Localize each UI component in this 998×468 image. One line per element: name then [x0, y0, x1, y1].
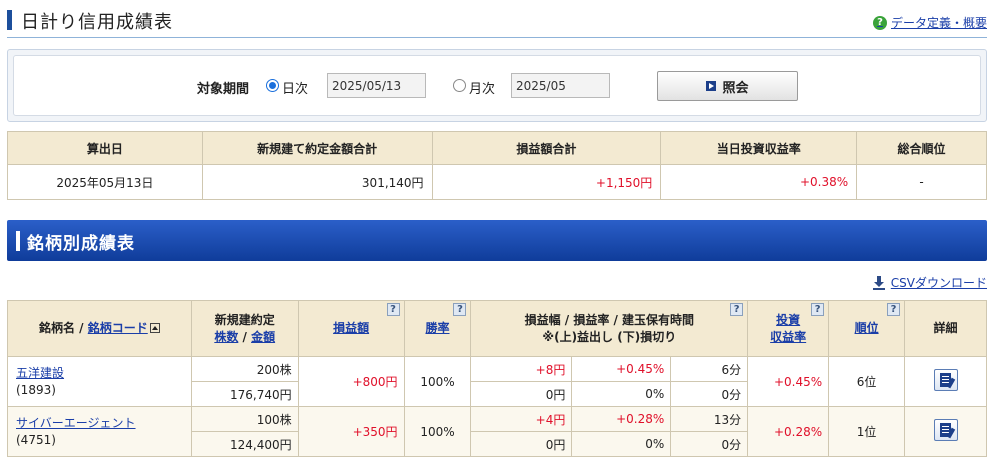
sort-by-pl-link[interactable]: 損益額	[333, 321, 369, 335]
loss-width-cell: 0円	[470, 431, 573, 457]
header-win-rate: 勝率 ?	[403, 300, 472, 357]
gain-width-cell: +4円	[470, 406, 573, 432]
loss-time-cell: 0分	[670, 381, 749, 407]
table-row: 五洋建設 (1893) 200株 +800円 100% +8円 +0.45% 6…	[7, 356, 987, 407]
summary-header-contract-total: 新規建て約定金額合計	[201, 131, 433, 165]
monthly-label: 月次	[469, 82, 496, 97]
pl-cell: +350円	[297, 406, 405, 457]
stock-name-link[interactable]: 五洋建設	[16, 365, 185, 382]
daily-date-input[interactable]	[327, 73, 426, 98]
sort-by-return-link-line1[interactable]: 投資	[776, 313, 800, 327]
stock-name-cell: サイバーエージェント (4751)	[7, 406, 192, 457]
shares-cell: 200株	[190, 356, 299, 382]
amount-cell: 176,740円	[190, 381, 299, 407]
daily-radio[interactable]	[266, 79, 279, 92]
stock-name-link[interactable]: サイバーエージェント	[16, 415, 185, 432]
summary-header-calc-date: 算出日	[7, 131, 203, 165]
csv-download-link[interactable]: CSVダウンロード	[872, 274, 987, 291]
stock-code: (1893)	[16, 382, 56, 397]
summary-header-return-rate: 当日投資収益率	[660, 131, 858, 165]
monthly-radio[interactable]	[453, 79, 466, 92]
header-stock-name: 銘柄名 / 銘柄コード	[7, 300, 192, 357]
win-rate-help-icon[interactable]: ?	[453, 303, 467, 316]
page-title-bar: 日計り信用成績表 ? データ定義・概要	[7, 6, 987, 38]
win-rate-cell: 100%	[403, 356, 472, 407]
stock-name-cell: 五洋建設 (1893)	[7, 356, 192, 407]
period-label: 対象期間	[197, 82, 250, 97]
return-rate-cell: +0.45%	[747, 356, 830, 407]
summary-return-rate: +0.38%	[660, 164, 858, 200]
detail-button[interactable]	[933, 419, 958, 441]
detail-cell	[904, 356, 987, 407]
sort-by-code-link[interactable]: 銘柄コード	[88, 321, 148, 335]
sort-by-win-rate-link[interactable]: 勝率	[426, 321, 450, 335]
sort-by-rank-link[interactable]: 順位	[855, 321, 879, 335]
pl-cell: +800円	[297, 356, 405, 407]
pl-help-icon[interactable]: ?	[386, 303, 400, 316]
question-icon: ?	[872, 15, 887, 30]
csv-download-label: CSVダウンロード	[890, 276, 987, 290]
section-accent	[16, 231, 20, 251]
data-definition-link[interactable]: ? データ定義・概要	[872, 14, 987, 31]
daily-label: 日次	[282, 82, 309, 97]
play-icon	[706, 81, 717, 91]
loss-rate-cell: 0%	[571, 431, 672, 457]
header-contract: 新規建約定 株数 / 金額	[190, 300, 299, 357]
header-profit-range: 損益幅 / 損益率 / 建玉保有時間 ※(上)益出し (下)損切り ?	[470, 300, 749, 357]
rank-cell: 6位	[828, 356, 906, 407]
sort-ascending-icon[interactable]	[149, 323, 160, 333]
gain-width-cell: +8円	[470, 356, 573, 382]
monthly-date-input[interactable]	[511, 73, 610, 98]
return-help-icon[interactable]: ?	[811, 303, 825, 316]
loss-width-cell: 0円	[470, 381, 573, 407]
period-panel: 対象期間 日次 月次 照会	[7, 49, 987, 122]
amount-cell: 124,400円	[190, 431, 299, 457]
header-return-rate: 投資 収益率 ?	[747, 300, 830, 357]
header-rank: 順位 ?	[828, 300, 906, 357]
shares-cell: 100株	[190, 406, 299, 432]
loss-rate-cell: 0%	[571, 381, 672, 407]
summary-calc-date: 2025年05月13日	[7, 164, 203, 200]
summary-header-rank: 総合順位	[856, 131, 987, 165]
gain-rate-cell: +0.45%	[571, 356, 672, 382]
detail-cell	[904, 406, 987, 457]
summary-header-pl-total: 損益額合計	[431, 131, 662, 165]
table-row: サイバーエージェント (4751) 100株 +350円 100% +4円 +0…	[7, 406, 987, 457]
stock-code: (4751)	[16, 432, 56, 447]
data-definition-label: データ定義・概要	[890, 16, 987, 30]
download-icon	[872, 275, 885, 290]
header-detail: 詳細	[904, 300, 987, 357]
inquiry-button[interactable]: 照会	[657, 71, 798, 101]
period-inner: 対象期間 日次 月次 照会	[13, 55, 981, 116]
inquiry-label: 照会	[722, 80, 749, 96]
rank-cell: 1位	[828, 406, 906, 457]
detail-button[interactable]	[933, 369, 958, 391]
summary-rank: -	[856, 164, 987, 200]
summary-table: 算出日 新規建て約定金額合計 損益額合計 当日投資収益率 総合順位 2025年0…	[7, 131, 987, 200]
title-accent	[7, 10, 12, 30]
summary-contract-total: 301,140円	[201, 164, 433, 200]
header-pl: 損益額 ?	[297, 300, 405, 357]
section-title: 銘柄別成績表	[27, 234, 135, 254]
stock-results-table: 銘柄名 / 銘柄コード 新規建約定 株数 / 金額 損益額 ? 勝率 ? 損益幅…	[7, 300, 987, 457]
sort-by-return-link-line2[interactable]: 収益率	[770, 330, 806, 344]
gain-time-cell: 6分	[670, 356, 749, 382]
win-rate-cell: 100%	[403, 406, 472, 457]
gain-rate-cell: +0.28%	[571, 406, 672, 432]
return-rate-cell: +0.28%	[747, 406, 830, 457]
rank-help-icon[interactable]: ?	[887, 303, 901, 316]
gain-time-cell: 13分	[670, 406, 749, 432]
sort-by-shares-link[interactable]: 株数	[214, 330, 238, 344]
summary-pl-total: +1,150円	[431, 164, 662, 200]
section-header: 銘柄別成績表	[7, 220, 987, 261]
page-title: 日計り信用成績表	[21, 12, 173, 33]
loss-time-cell: 0分	[670, 431, 749, 457]
profit-range-help-icon[interactable]: ?	[730, 303, 744, 316]
sort-by-amount-link[interactable]: 金額	[251, 330, 275, 344]
